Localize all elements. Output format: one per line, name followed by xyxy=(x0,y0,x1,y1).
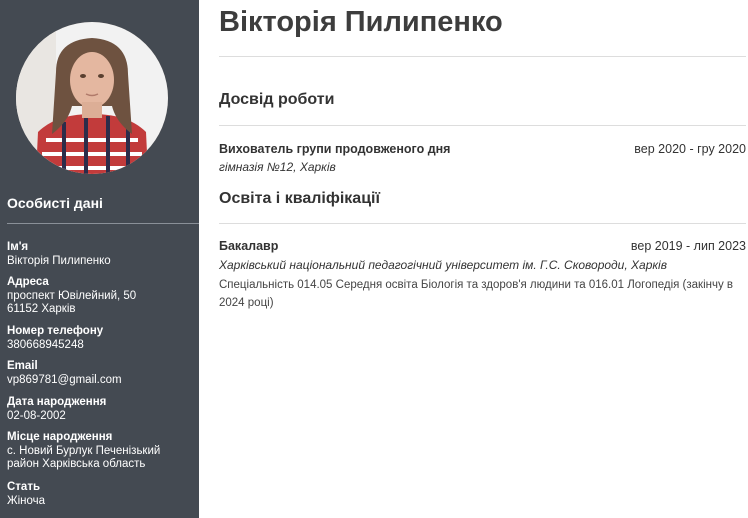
field-birthplace-label: Місце народження xyxy=(7,431,113,443)
field-address: Адреса проспект Ювілейний, 50 61152 Харк… xyxy=(7,276,193,317)
profile-photo-image xyxy=(16,22,168,174)
experience-org: гімназія №12, Харків xyxy=(219,160,336,174)
education-degree: Бакалавр xyxy=(219,239,279,253)
field-gender-label: Стать xyxy=(7,481,41,493)
experience-divider xyxy=(219,125,746,126)
education-org: Харківський національний педагогічний ун… xyxy=(219,258,667,272)
education-divider xyxy=(219,223,746,224)
name-divider xyxy=(219,56,746,57)
main-content: Вікторія Пилипенко Досвід роботи Виховат… xyxy=(219,0,746,518)
field-phone-value: 380668945248 xyxy=(7,338,84,351)
personal-data-heading: Особисті дані xyxy=(7,195,103,211)
field-birthdate-label: Дата народження xyxy=(7,396,107,408)
sidebar: Особисті дані Ім'я Вікторія Пилипенко Ад… xyxy=(0,0,199,518)
experience-position: Вихователь групи продовженого дня xyxy=(219,142,451,156)
field-name-label: Ім'я xyxy=(7,241,29,253)
education-description: Спеціальність 014.05 Середня освіта Біол… xyxy=(219,279,734,309)
field-gender: Стать Жіноча xyxy=(7,481,193,508)
field-email-value[interactable]: vp869781@gmail.com xyxy=(7,374,193,388)
field-name-value: Вікторія Пилипенко xyxy=(7,254,111,267)
sidebar-divider xyxy=(7,223,199,224)
field-birthplace: Місце народження с. Новий Бурлук Печеніз… xyxy=(7,431,177,472)
field-address-line1: проспект Ювілейний, 50 xyxy=(7,289,137,302)
field-birthdate-value: 02-08-2002 xyxy=(7,409,66,422)
field-phone: Номер телефону 380668945248 xyxy=(7,325,193,352)
education-heading: Освіта і кваліфікації xyxy=(219,190,380,207)
education-dates: вер 2019 - лип 2023 xyxy=(630,239,746,253)
field-name: Ім'я Вікторія Пилипенко xyxy=(7,241,193,268)
field-email-label: Email xyxy=(7,360,38,372)
experience-heading: Досвід роботи xyxy=(219,91,335,108)
field-address-line2: 61152 Харків xyxy=(7,303,76,315)
experience-dates: вер 2020 - гру 2020 xyxy=(634,142,746,156)
field-address-label: Адреса xyxy=(7,276,49,288)
field-birthdate: Дата народження 02-08-2002 xyxy=(7,396,193,423)
field-birthplace-value: с. Новий Бурлук Печенізький район Харків… xyxy=(7,444,161,471)
field-phone-label: Номер телефону xyxy=(7,325,104,337)
field-gender-value: Жіноча xyxy=(7,494,46,507)
field-email: Email vp869781@gmail.com xyxy=(7,360,193,387)
cv-page: Особисті дані Ім'я Вікторія Пилипенко Ад… xyxy=(0,0,748,518)
profile-photo xyxy=(16,22,168,174)
candidate-name: Вікторія Пилипенко xyxy=(219,6,503,38)
